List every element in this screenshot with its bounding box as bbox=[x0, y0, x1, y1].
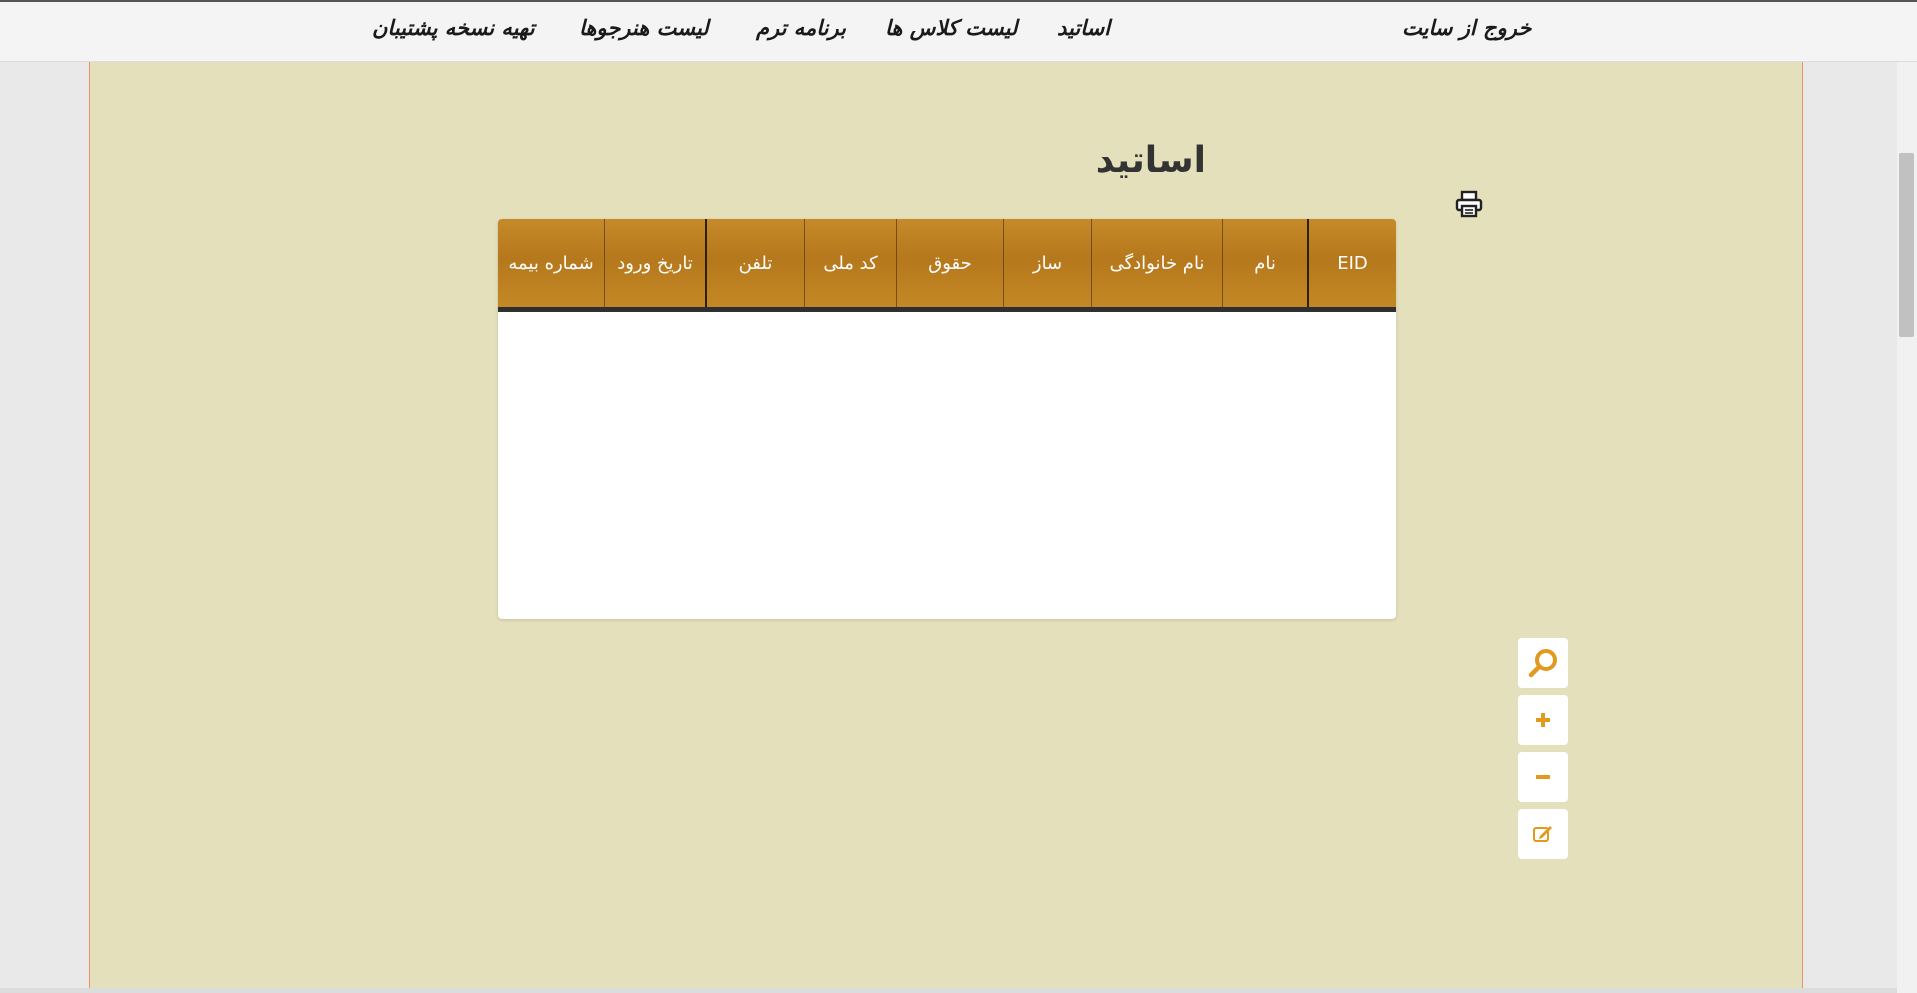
edit-button[interactable] bbox=[1518, 809, 1568, 859]
table-body bbox=[498, 312, 1396, 619]
column-salary[interactable]: حقوق bbox=[896, 219, 1003, 307]
teachers-table: EID نام نام خانوادگی ساز حقوق کد ملی تلف… bbox=[498, 219, 1396, 619]
horizontal-scrollbar bbox=[0, 988, 1897, 993]
column-phone[interactable]: تلفن bbox=[705, 219, 804, 307]
page-title: اساتید bbox=[1095, 140, 1206, 181]
table-header: EID نام نام خانوادگی ساز حقوق کد ملی تلف… bbox=[498, 219, 1396, 312]
search-icon bbox=[1528, 649, 1557, 678]
column-national-code[interactable]: کد ملی bbox=[804, 219, 896, 307]
main-content: اساتید EID نام نام خانوادگی ساز حقوق کد … bbox=[89, 62, 1803, 993]
nav-term-schedule[interactable]: برنامه ترم bbox=[756, 16, 846, 40]
search-button[interactable] bbox=[1518, 638, 1568, 688]
nav-teachers[interactable]: اساتید bbox=[1057, 16, 1110, 40]
minus-icon bbox=[1536, 775, 1550, 779]
nav-logout[interactable]: خروج از سایت bbox=[1402, 16, 1531, 40]
nav-backup[interactable]: تهیه نسخه پشتیبان bbox=[372, 16, 535, 40]
edit-icon bbox=[1533, 826, 1552, 842]
column-eid[interactable]: EID bbox=[1307, 219, 1396, 307]
scrollbar-thumb[interactable] bbox=[1899, 153, 1914, 337]
print-icon[interactable] bbox=[1454, 190, 1484, 218]
column-last-name[interactable]: نام خانوادگی bbox=[1091, 219, 1222, 307]
column-insurance-number[interactable]: شماره بیمه bbox=[498, 219, 604, 307]
remove-button[interactable] bbox=[1518, 752, 1568, 802]
column-first-name[interactable]: نام bbox=[1222, 219, 1307, 307]
column-entry-date[interactable]: تاریخ ورود bbox=[604, 219, 705, 307]
nav-class-list[interactable]: لیست کلاس ها bbox=[885, 16, 1017, 40]
column-instrument[interactable]: ساز bbox=[1003, 219, 1091, 307]
top-navbar: خروج از سایت اساتید لیست کلاس ها برنامه … bbox=[0, 0, 1917, 62]
vertical-scrollbar[interactable] bbox=[1897, 0, 1917, 993]
nav-student-list[interactable]: لیست هنرجوها bbox=[579, 16, 709, 40]
plus-icon bbox=[1536, 713, 1550, 727]
add-button[interactable] bbox=[1518, 695, 1568, 745]
